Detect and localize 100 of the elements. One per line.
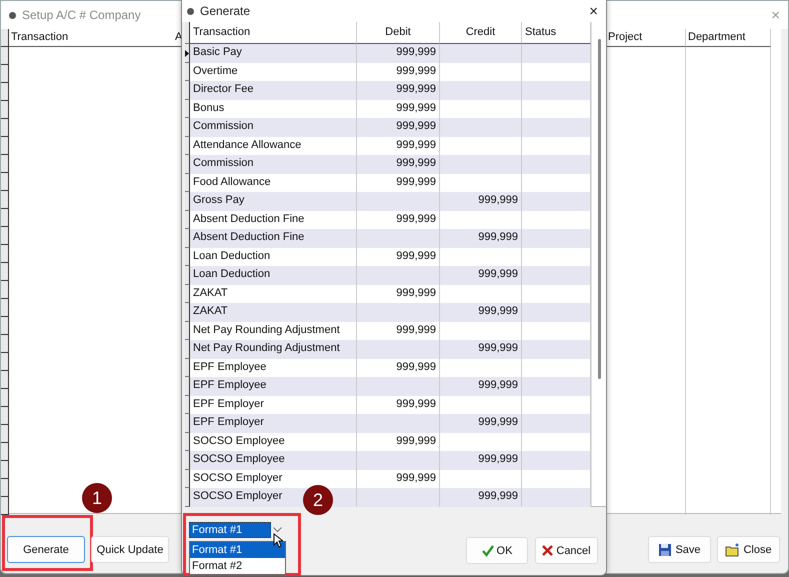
- table-cell: Net Pay Rounding Adjustment: [190, 340, 357, 358]
- table-cell: 999,999: [440, 303, 522, 322]
- row-header[interactable]: [185, 303, 190, 322]
- row-header[interactable]: [185, 488, 190, 506]
- row-header[interactable]: [1, 137, 9, 155]
- row-header[interactable]: [1, 245, 9, 263]
- row-header[interactable]: [1, 371, 9, 389]
- table-cell: EPF Employee: [190, 377, 357, 396]
- table-cell: [522, 210, 591, 229]
- quick-update-button[interactable]: Quick Update: [91, 536, 169, 563]
- table-cell: Net Pay Rounding Adjustment: [190, 322, 357, 340]
- table-cell: SOCSO Employee: [190, 432, 357, 451]
- row-pointer-icon: [185, 50, 189, 57]
- row-header[interactable]: [185, 174, 190, 192]
- table-cell: [522, 248, 591, 266]
- window-title: Setup A/C # Company: [22, 8, 141, 22]
- row-header[interactable]: [1, 479, 9, 497]
- row-header[interactable]: [1, 407, 9, 425]
- row-header[interactable]: [185, 155, 190, 174]
- save-button[interactable]: Save: [648, 536, 711, 563]
- row-header[interactable]: [185, 358, 190, 377]
- chevron-down-icon[interactable]: [273, 526, 282, 532]
- row-header[interactable]: [1, 335, 9, 353]
- row-header[interactable]: [1, 119, 9, 137]
- format-dropdown[interactable]: Format #1: [189, 522, 271, 538]
- table-cell: [522, 81, 591, 100]
- row-header[interactable]: [1, 227, 9, 245]
- table-cell: [522, 118, 591, 136]
- scrollbar-thumb[interactable]: [598, 39, 600, 379]
- table-cell: 999,999: [357, 81, 440, 100]
- table-cell: [522, 340, 591, 358]
- row-header[interactable]: [185, 322, 190, 340]
- row-header[interactable]: [1, 443, 9, 461]
- row-header[interactable]: [1, 47, 9, 65]
- row-header[interactable]: [185, 284, 190, 303]
- window-icon: [9, 12, 16, 18]
- table-cell: Food Allowance: [190, 174, 357, 192]
- row-header[interactable]: [185, 340, 190, 358]
- row-header[interactable]: [1, 101, 9, 119]
- row-header[interactable]: [1, 191, 9, 209]
- row-header[interactable]: [1, 353, 9, 371]
- row-header[interactable]: [1, 155, 9, 173]
- row-header[interactable]: [1, 317, 9, 335]
- row-header[interactable]: [1, 389, 9, 407]
- row-header[interactable]: [185, 118, 190, 136]
- table-cell: 999,999: [357, 44, 440, 62]
- row-header[interactable]: [1, 209, 9, 227]
- table-cell: Loan Deduction: [190, 248, 357, 266]
- table-cell: 999,999: [357, 432, 440, 451]
- row-header[interactable]: [185, 192, 190, 210]
- ok-button[interactable]: OK: [466, 537, 528, 564]
- row-header[interactable]: [185, 210, 190, 229]
- row-header[interactable]: [185, 81, 190, 100]
- table-cell: [522, 266, 591, 284]
- table-cell: [522, 377, 591, 396]
- table-cell: [522, 358, 591, 377]
- cancel-button[interactable]: Cancel: [535, 537, 598, 564]
- row-header[interactable]: [185, 100, 190, 118]
- row-header[interactable]: [185, 229, 190, 248]
- row-header[interactable]: [1, 425, 9, 443]
- close-icon[interactable]: ×: [589, 2, 598, 20]
- row-header[interactable]: [1, 497, 9, 515]
- column-header: Department: [686, 29, 771, 47]
- table-cell: EPF Employer: [190, 414, 357, 432]
- table-cell: [522, 432, 591, 451]
- row-header[interactable]: [185, 62, 190, 81]
- row-header[interactable]: [185, 248, 190, 266]
- row-header[interactable]: [185, 451, 190, 470]
- table-cell: [522, 470, 591, 488]
- table-cell: 999,999: [357, 396, 440, 414]
- row-header[interactable]: [1, 281, 9, 299]
- row-header[interactable]: [1, 173, 9, 191]
- dropdown-option[interactable]: Format #1: [190, 542, 285, 558]
- table-cell: [522, 229, 591, 248]
- table-cell: [522, 155, 591, 174]
- table-cell: SOCSO Employer: [190, 470, 357, 488]
- table-cell: [522, 136, 591, 155]
- generate-button[interactable]: Generate: [7, 536, 85, 563]
- row-header[interactable]: [185, 470, 190, 488]
- row-header[interactable]: [1, 299, 9, 317]
- row-header[interactable]: [185, 396, 190, 414]
- row-header[interactable]: [1, 83, 9, 101]
- table-cell: ZAKAT: [190, 303, 357, 322]
- table-cell: 999,999: [357, 118, 440, 136]
- table-cell: EPF Employer: [190, 396, 357, 414]
- table-cell: Commission: [190, 155, 357, 174]
- table-cell: Attendance Allowance: [190, 136, 357, 155]
- row-header[interactable]: [185, 414, 190, 432]
- row-header[interactable]: [1, 65, 9, 83]
- table-cell: 999,999: [357, 155, 440, 174]
- close-button[interactable]: Close: [717, 536, 780, 563]
- row-header[interactable]: [185, 266, 190, 284]
- row-header[interactable]: [185, 136, 190, 155]
- row-header[interactable]: [1, 263, 9, 281]
- table-cell: [522, 100, 591, 118]
- row-header[interactable]: [1, 461, 9, 479]
- row-header[interactable]: [185, 377, 190, 396]
- table-cell: 999,999: [357, 100, 440, 118]
- row-header[interactable]: [185, 432, 190, 451]
- table-cell: [522, 414, 591, 432]
